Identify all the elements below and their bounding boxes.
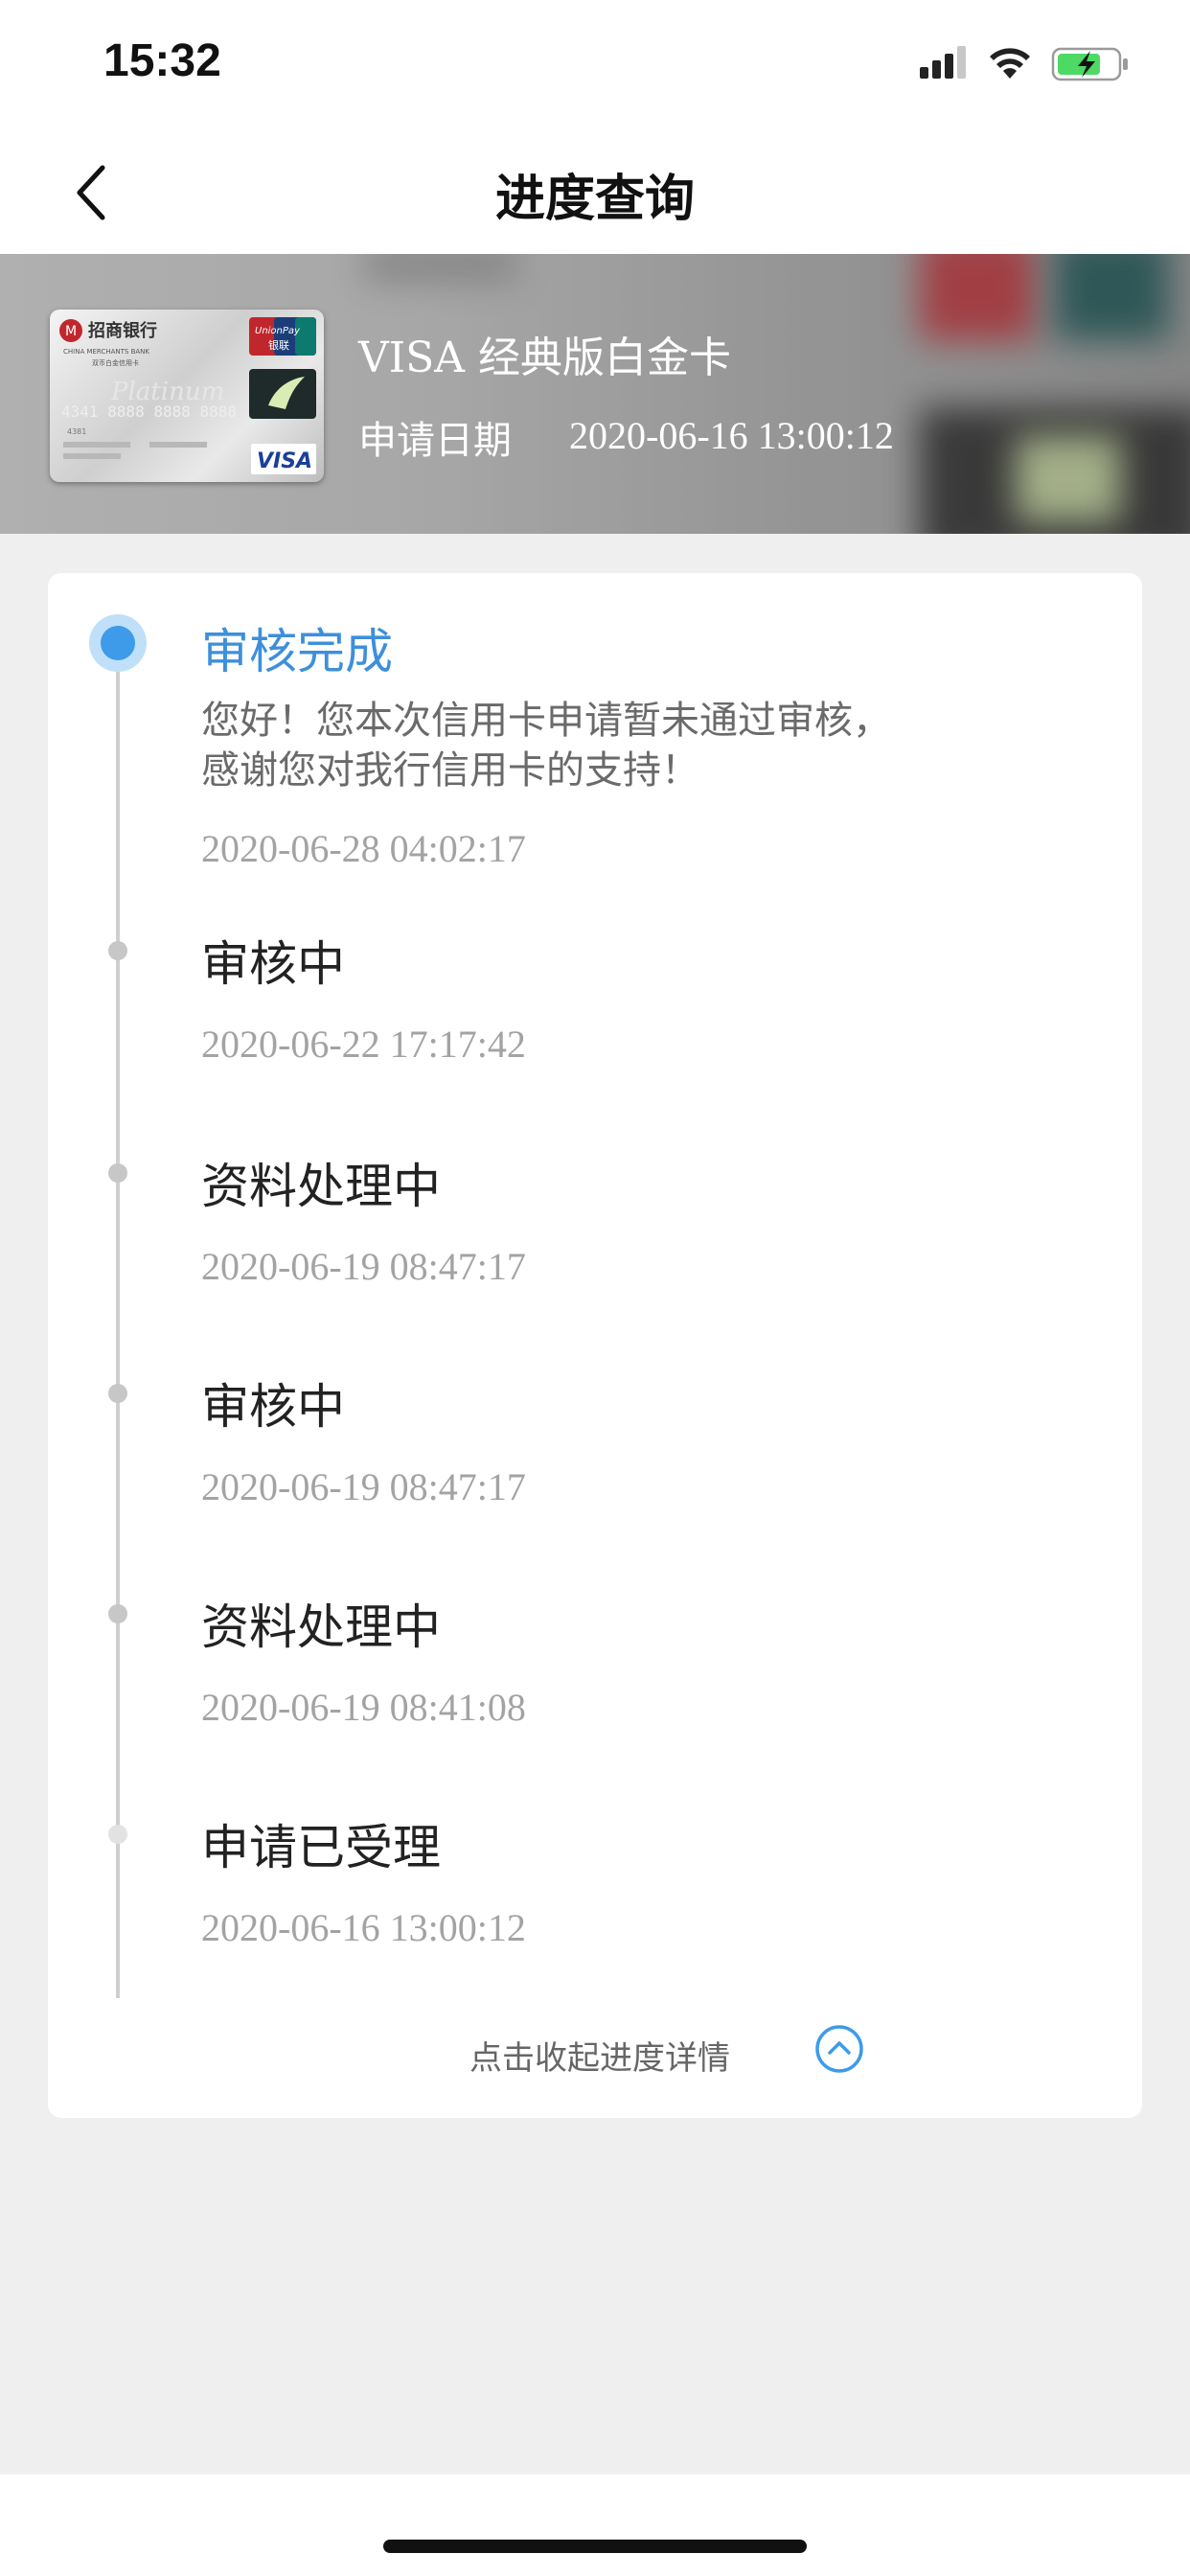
- step-time: 2020-06-28 04:02:17: [201, 827, 526, 870]
- timeline-line: [116, 631, 120, 1998]
- credit-card-thumbnail: M 招商银行 CHINA MERCHANTS BANK 双币白金信用卡 Unio…: [50, 310, 324, 482]
- card-product-line: 双币白金信用卡: [92, 358, 139, 367]
- timeline-dot: [108, 941, 127, 960]
- svg-text:M: M: [65, 324, 77, 339]
- step-title: 申请已受理: [201, 1820, 441, 1875]
- step-time: 2020-06-19 08:47:17: [201, 1465, 526, 1508]
- timeline-dot: [108, 1163, 127, 1183]
- card-product-name: VISA 经典版白金卡: [358, 334, 732, 382]
- svg-text:UnionPay: UnionPay: [255, 326, 301, 336]
- home-indicator-area: [0, 2474, 1190, 2576]
- page-title: 进度查询: [494, 171, 695, 228]
- step-title: 资料处理中: [201, 1599, 441, 1655]
- svg-text:VISA: VISA: [257, 449, 312, 473]
- timeline-dot: [108, 1825, 127, 1844]
- card-number: 4341 8888 8888 8888: [61, 402, 237, 421]
- card-header-banner: M 招商银行 CHINA MERCHANTS BANK 双币白金信用卡 Unio…: [0, 254, 1190, 534]
- status-bar: 15:32: [0, 0, 1190, 129]
- apply-date-value: 2020-06-16 13:00:12: [569, 414, 894, 457]
- step-time: 2020-06-19 08:41:08: [201, 1686, 526, 1729]
- collapse-details-label: 点击收起进度详情: [469, 2039, 730, 2078]
- apply-date-label: 申请日期: [358, 419, 512, 463]
- step-title: 审核中: [201, 936, 345, 992]
- progress-timeline-panel: 审核完成 您好！您本次信用卡申请暂未通过审核，感谢您对我行信用卡的支持！ 202…: [48, 573, 1142, 2118]
- card-bank-name-en: CHINA MERCHANTS BANK: [63, 348, 149, 356]
- status-icons: [920, 46, 1128, 81]
- signal-icon: [920, 46, 966, 79]
- timeline-dot-current: [89, 614, 147, 672]
- step-time: 2020-06-16 13:00:12: [201, 1906, 526, 1949]
- timeline-dot: [108, 1604, 127, 1623]
- chevron-up-circle-icon: [815, 2025, 863, 2073]
- step-title-current: 审核完成: [201, 624, 393, 679]
- visa-logo: VISA: [251, 444, 316, 474]
- timeline-dot: [108, 1384, 127, 1403]
- step-message: 您好！您本次信用卡申请暂未通过审核，感谢您对我行信用卡的支持！: [201, 699, 891, 793]
- battery-charging-icon: [1051, 47, 1128, 81]
- step-time: 2020-06-22 17:17:42: [201, 1023, 526, 1066]
- step-title: 资料处理中: [201, 1159, 441, 1214]
- svg-text:银联: 银联: [268, 338, 289, 352]
- status-time: 15:32: [103, 35, 221, 86]
- wifi-icon: [990, 48, 1030, 79]
- svg-text:4381: 4381: [67, 427, 86, 436]
- home-indicator[interactable]: [383, 2540, 807, 2553]
- unionpay-logo: UnionPay 银联: [249, 317, 316, 356]
- step-time: 2020-06-19 08:47:17: [201, 1245, 526, 1288]
- collapse-details-button[interactable]: 点击收起进度详情: [48, 2012, 1142, 2089]
- card-bank-name: 招商银行: [88, 320, 157, 341]
- step-title: 审核中: [201, 1379, 345, 1435]
- nav-bar: 进度查询: [0, 129, 1190, 254]
